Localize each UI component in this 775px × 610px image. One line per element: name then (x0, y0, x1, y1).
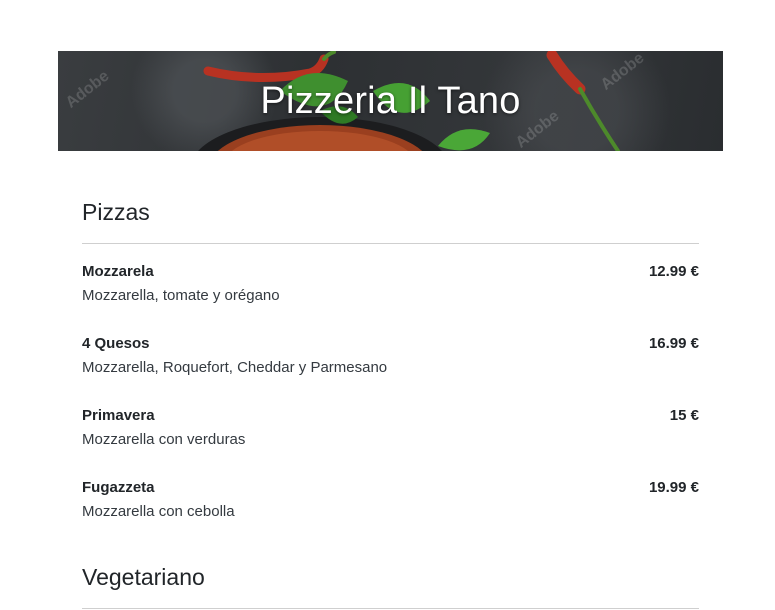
section-divider (82, 243, 699, 244)
menu-item-name: Mozzarela (82, 263, 154, 280)
menu-item-price: 16.99 € (648, 335, 699, 352)
menu-item-price: 12.99 € (648, 263, 699, 280)
menu-item: Primavera 15 € Mozzarella con verduras (82, 407, 699, 457)
hero-banner: Adobe Adobe Adobe Pizzeria Il Tano (58, 51, 723, 151)
menu-item-name: Primavera (82, 407, 155, 424)
menu-item-name: 4 Quesos (82, 335, 150, 352)
menu-item-description: Mozzarella con cebolla (82, 503, 235, 520)
menu-item: Fugazzeta 19.99 € Mozzarella con cebolla (82, 479, 699, 529)
section-title: Pizzas (82, 199, 150, 225)
section-title: Vegetariano (82, 564, 205, 590)
menu-item-price: 19.99 € (648, 479, 699, 496)
page-title: Pizzeria Il Tano (260, 79, 521, 122)
menu-item: Mozzarela 12.99 € Mozzarella, tomate y o… (82, 263, 699, 313)
menu-section-pizzas: Pizzas Mozzarela 12.99 € Mozzarella, tom… (82, 199, 699, 529)
menu-item-price: 15 € (669, 407, 699, 424)
menu-section-vegetariano: Vegetariano (82, 564, 699, 610)
menu-item-name: Fugazzeta (82, 479, 155, 496)
menu-item-description: Mozzarella con verduras (82, 431, 246, 448)
menu-item-description: Mozzarella, tomate y orégano (82, 287, 280, 304)
menu-item-description: Mozzarella, Roquefort, Cheddar y Parmesa… (82, 359, 388, 376)
menu-item: 4 Quesos 16.99 € Mozzarella, Roquefort, … (82, 335, 699, 385)
menu-page: Adobe Adobe Adobe Pizzeria Il Tano Pizza… (0, 0, 775, 610)
section-divider (82, 608, 699, 609)
